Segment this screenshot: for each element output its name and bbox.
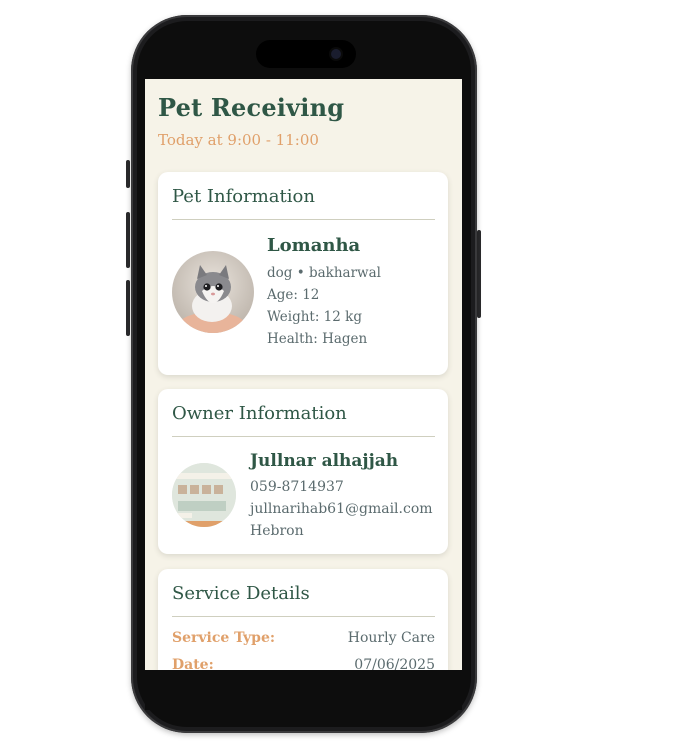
service-date-label: Date: — [172, 657, 214, 670]
owner-name: Jullnar alhajjah — [250, 451, 399, 471]
app-screen: Pet Receiving Today at 9:00 - 11:00 Pet … — [145, 79, 462, 670]
service-date-row: Date: 07/06/2025 — [172, 657, 435, 670]
volume-up-button — [126, 212, 130, 268]
pet-name: Lomanha — [267, 235, 361, 256]
service-details-card: Service Details Service Type: Hourly Car… — [158, 569, 448, 670]
front-camera-icon — [331, 49, 341, 59]
pet-type-breed: dog • bakharwal — [267, 265, 381, 281]
owner-information-card: Owner Information Jullnar alhajjah 059-8… — [158, 389, 448, 554]
divider — [172, 436, 435, 437]
service-type-value: Hourly Care — [347, 630, 435, 646]
pet-photo — [172, 251, 254, 333]
service-date-value: 07/06/2025 — [354, 657, 435, 670]
pet-weight: Weight: 12 kg — [267, 309, 362, 325]
pet-age: Age: 12 — [267, 287, 320, 303]
power-button — [477, 230, 481, 318]
pet-health: Health: Hagen — [267, 331, 368, 347]
service-type-label: Service Type: — [172, 630, 276, 646]
stage: Pet Receiving Today at 9:00 - 11:00 Pet … — [0, 0, 681, 744]
kitten-photo-icon — [172, 251, 254, 333]
owner-photo — [172, 463, 236, 527]
owner-phone[interactable]: 059-8714937 — [250, 479, 344, 495]
owner-city: Hebron — [250, 523, 304, 539]
dynamic-island — [256, 40, 356, 68]
page-title: Pet Receiving — [158, 93, 345, 122]
appointment-time: Today at 9:00 - 11:00 — [158, 131, 319, 149]
service-type-row: Service Type: Hourly Care — [172, 630, 435, 650]
volume-down-button — [126, 280, 130, 336]
silent-switch — [126, 160, 130, 188]
phone-bottom-bezel — [145, 670, 462, 710]
card-title: Service Details — [172, 583, 310, 604]
divider — [172, 616, 435, 617]
owner-email[interactable]: jullnarihab61@gmail.com — [250, 501, 433, 517]
divider — [172, 219, 435, 220]
card-title: Owner Information — [172, 403, 347, 424]
pet-information-card: Pet Information Lomanha dog • bakharwal … — [158, 172, 448, 375]
app-screenshot-thumbnail-icon — [172, 463, 236, 527]
card-title: Pet Information — [172, 186, 315, 207]
